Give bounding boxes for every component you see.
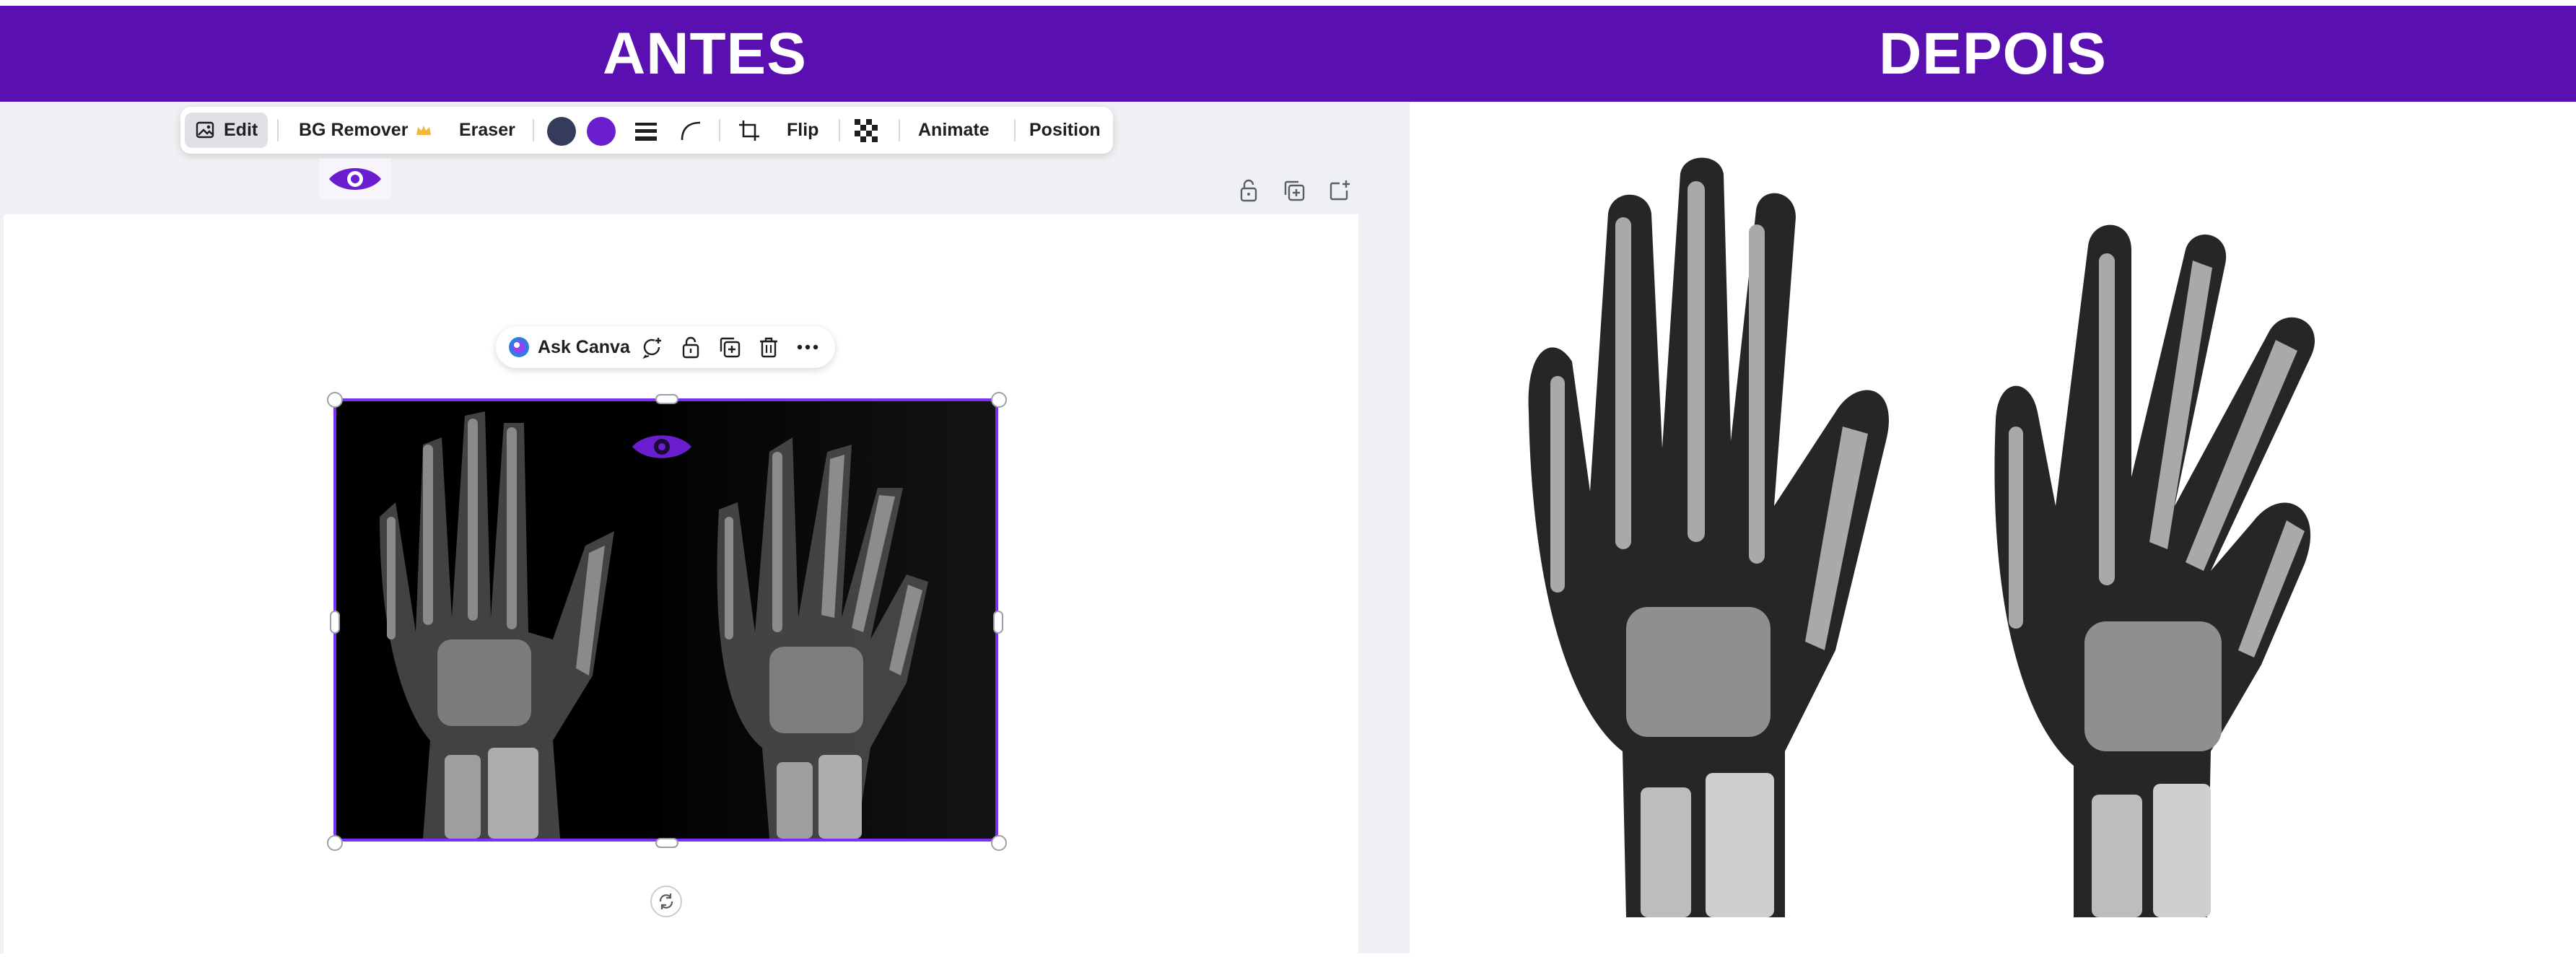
eraser-button[interactable]: Eraser	[459, 107, 515, 154]
corner-rounding-button[interactable]	[680, 107, 702, 154]
more-options-button[interactable]	[796, 336, 819, 359]
resize-handle-left[interactable]	[330, 611, 340, 634]
resize-handle-bottom-left[interactable]	[327, 835, 343, 851]
position-label: Position	[1029, 120, 1101, 140]
more-icon	[797, 344, 818, 350]
trash-icon	[760, 337, 777, 358]
flip-label: Flip	[787, 120, 819, 140]
duplicate-page-button[interactable]	[1281, 178, 1307, 204]
corner-rounding-icon	[681, 121, 701, 140]
eye-element-thumbnail[interactable]	[319, 159, 391, 199]
transparency-button[interactable]	[855, 107, 878, 154]
lock-element-button[interactable]	[679, 336, 702, 359]
header-banner: ANTES DEPOIS	[0, 6, 2576, 102]
bg-remover-button[interactable]: BG Remover	[299, 107, 432, 154]
ask-canva-button[interactable]	[507, 336, 531, 359]
after-title: DEPOIS	[1879, 21, 2107, 87]
crown-icon	[416, 125, 432, 135]
toolbar-divider	[719, 119, 720, 141]
rotate-icon	[659, 893, 673, 909]
element-context-menu: Ask Canva	[496, 326, 835, 368]
delete-element-button[interactable]	[757, 336, 780, 359]
toolbar-divider	[1014, 119, 1016, 141]
toolbar-divider	[899, 119, 900, 141]
add-page-icon	[1330, 180, 1350, 201]
resize-handle-top-left[interactable]	[327, 392, 343, 408]
ask-canva-label[interactable]: Ask Canva	[538, 326, 630, 368]
canva-ai-icon	[509, 337, 529, 357]
color-swatch-dark[interactable]	[547, 117, 576, 146]
eye-icon	[329, 168, 381, 190]
lock-icon	[1240, 179, 1257, 202]
bg-remover-label: BG Remover	[299, 120, 409, 140]
duplicate-element-button[interactable]	[718, 336, 741, 359]
transparency-icon	[855, 118, 878, 142]
hands-xray-dark	[336, 401, 995, 839]
toolbar-divider	[277, 119, 279, 141]
result-panel	[1410, 102, 2576, 953]
crop-icon	[739, 120, 759, 141]
comment-add-icon	[642, 338, 661, 359]
animate-label: Animate	[918, 120, 990, 140]
selected-xray-image[interactable]	[333, 398, 998, 842]
duplicate-icon	[720, 337, 741, 358]
hands-xray-cutout	[1528, 157, 2315, 917]
edit-label: Edit	[224, 120, 258, 140]
edit-button[interactable]: Edit	[185, 113, 268, 148]
resize-handle-bottom-right[interactable]	[991, 835, 1007, 851]
add-page-button[interactable]	[1327, 178, 1353, 204]
line-weight-icon	[635, 122, 657, 141]
crop-button[interactable]	[738, 107, 761, 154]
resize-handle-bottom[interactable]	[655, 838, 678, 848]
resize-handle-top[interactable]	[655, 394, 678, 404]
image-edit-icon	[196, 121, 214, 138]
toolbar-divider	[533, 119, 534, 141]
rotate-handle[interactable]	[650, 886, 682, 917]
resize-handle-top-right[interactable]	[991, 392, 1007, 408]
flip-button[interactable]: Flip	[787, 107, 818, 154]
resize-handle-right[interactable]	[993, 611, 1003, 634]
animate-button[interactable]: Animate	[918, 107, 990, 154]
image-toolbar: Edit BG Remover Eraser Flip Animate Posi…	[180, 107, 1113, 154]
lock-icon	[682, 336, 699, 359]
add-comment-button[interactable]	[640, 336, 663, 359]
eraser-label: Eraser	[459, 120, 515, 140]
lock-page-button[interactable]	[1236, 178, 1262, 204]
before-title: ANTES	[603, 21, 807, 87]
duplicate-icon	[1284, 180, 1305, 201]
color-swatch-purple[interactable]	[587, 117, 616, 146]
toolbar-divider	[839, 119, 840, 141]
line-weight-button[interactable]	[634, 107, 658, 154]
position-button[interactable]: Position	[1029, 107, 1101, 154]
